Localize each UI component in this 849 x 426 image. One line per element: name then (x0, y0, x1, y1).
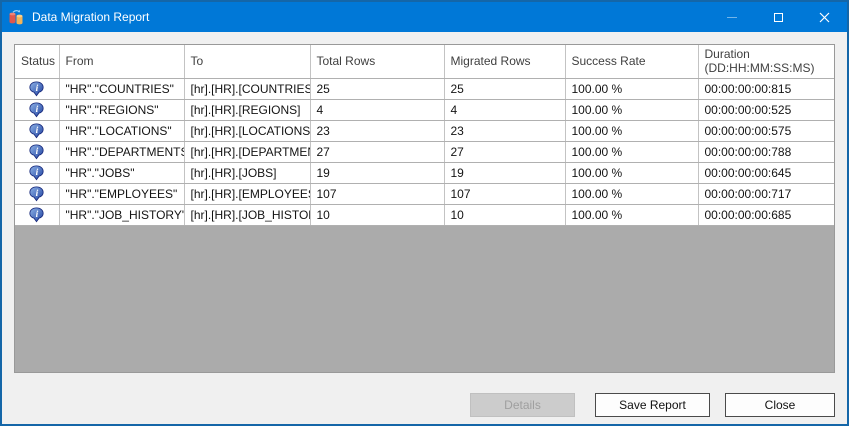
minimize-icon (727, 16, 737, 18)
migrated-rows-cell: 4 (444, 99, 566, 121)
table-row[interactable]: i "HR"."DEPARTMENTS" [hr].[HR].[DEPARTME… (15, 141, 834, 163)
total-rows-cell: 19 (310, 162, 445, 184)
data-migration-icon (9, 9, 23, 25)
migrated-rows-cell: 19 (444, 162, 566, 184)
info-balloon-icon: i (29, 206, 44, 222)
migrated-rows-cell: 10 (444, 204, 566, 226)
info-balloon-icon: i (29, 164, 44, 180)
migration-report-table: Status From To Total Rows Migrated Rows … (15, 45, 834, 226)
details-button[interactable]: Details (470, 393, 575, 417)
total-rows-cell: 25 (310, 78, 445, 100)
status-cell: i (15, 120, 60, 142)
svg-text:i: i (36, 104, 39, 114)
status-cell: i (15, 78, 60, 100)
duration-cell: 00:00:00:00:645 (698, 162, 834, 184)
from-cell: "HR"."JOB_HISTORY" (59, 204, 185, 226)
to-cell: [hr].[HR].[JOBS] (184, 162, 311, 184)
status-cell: i (15, 141, 60, 163)
migrated-rows-cell: 25 (444, 78, 566, 100)
migration-report-grid: Status From To Total Rows Migrated Rows … (14, 44, 835, 373)
title-bar: Data Migration Report (2, 2, 847, 32)
table-row[interactable]: i "HR"."JOB_HISTORY" [hr].[HR].[JOB_HIST… (15, 204, 834, 226)
table-body: i "HR"."COUNTRIES" [hr].[HR].[COUNTRIES]… (15, 78, 834, 226)
column-header-migrated-rows[interactable]: Migrated Rows (444, 45, 566, 79)
to-cell: [hr].[HR].[DEPARTMENTS] (184, 141, 311, 163)
column-header-status[interactable]: Status (15, 45, 60, 79)
dialog-window: Data Migration Report Status From To Tot… (0, 0, 849, 426)
column-header-to[interactable]: To (184, 45, 311, 79)
close-dialog-button[interactable]: Close (725, 393, 835, 417)
success-rate-cell: 100.00 % (565, 183, 699, 205)
table-row[interactable]: i "HR"."EMPLOYEES" [hr].[HR].[EMPLOYEES]… (15, 183, 834, 205)
duration-cell: 00:00:00:00:717 (698, 183, 834, 205)
column-header-duration[interactable]: Duration (DD:HH:MM:SS:MS) (698, 45, 834, 79)
table-header-row: Status From To Total Rows Migrated Rows … (15, 45, 834, 79)
table-row[interactable]: i "HR"."JOBS" [hr].[HR].[JOBS] 19 19 100… (15, 162, 834, 184)
maximize-icon (773, 12, 783, 22)
total-rows-cell: 23 (310, 120, 445, 142)
from-cell: "HR"."REGIONS" (59, 99, 185, 121)
from-cell: "HR"."COUNTRIES" (59, 78, 185, 100)
save-report-button[interactable]: Save Report (595, 393, 710, 417)
duration-cell: 00:00:00:00:685 (698, 204, 834, 226)
info-balloon-icon: i (29, 143, 44, 159)
from-cell: "HR"."DEPARTMENTS" (59, 141, 185, 163)
svg-text:i: i (36, 209, 39, 219)
info-balloon-icon: i (29, 185, 44, 201)
success-rate-cell: 100.00 % (565, 78, 699, 100)
minimize-button[interactable] (709, 2, 755, 32)
success-rate-cell: 100.00 % (565, 99, 699, 121)
total-rows-cell: 4 (310, 99, 445, 121)
column-header-total-rows[interactable]: Total Rows (310, 45, 445, 79)
info-balloon-icon: i (29, 101, 44, 117)
svg-text:i: i (36, 83, 39, 93)
to-cell: [hr].[HR].[EMPLOYEES] (184, 183, 311, 205)
duration-cell: 00:00:00:00:815 (698, 78, 834, 100)
total-rows-cell: 107 (310, 183, 445, 205)
close-icon (819, 12, 829, 22)
info-balloon-icon: i (29, 122, 44, 138)
status-cell: i (15, 162, 60, 184)
status-cell: i (15, 204, 60, 226)
success-rate-cell: 100.00 % (565, 204, 699, 226)
svg-text:i: i (36, 146, 39, 156)
success-rate-cell: 100.00 % (565, 120, 699, 142)
to-cell: [hr].[HR].[REGIONS] (184, 99, 311, 121)
from-cell: "HR"."LOCATIONS" (59, 120, 185, 142)
from-cell: "HR"."EMPLOYEES" (59, 183, 185, 205)
column-header-success-rate[interactable]: Success Rate (565, 45, 699, 79)
total-rows-cell: 27 (310, 141, 445, 163)
duration-cell: 00:00:00:00:575 (698, 120, 834, 142)
table-row[interactable]: i "HR"."REGIONS" [hr].[HR].[REGIONS] 4 4… (15, 99, 834, 121)
success-rate-cell: 100.00 % (565, 141, 699, 163)
table-row[interactable]: i "HR"."COUNTRIES" [hr].[HR].[COUNTRIES]… (15, 78, 834, 100)
window-title: Data Migration Report (32, 10, 150, 24)
window-controls (709, 2, 847, 32)
info-balloon-icon: i (29, 80, 44, 96)
migrated-rows-cell: 27 (444, 141, 566, 163)
svg-text:i: i (36, 167, 39, 177)
to-cell: [hr].[HR].[COUNTRIES] (184, 78, 311, 100)
svg-text:i: i (36, 125, 39, 135)
to-cell: [hr].[HR].[LOCATIONS] (184, 120, 311, 142)
maximize-button[interactable] (755, 2, 801, 32)
success-rate-cell: 100.00 % (565, 162, 699, 184)
table-row[interactable]: i "HR"."LOCATIONS" [hr].[HR].[LOCATIONS]… (15, 120, 834, 142)
from-cell: "HR"."JOBS" (59, 162, 185, 184)
close-button[interactable] (801, 2, 847, 32)
migrated-rows-cell: 107 (444, 183, 566, 205)
status-cell: i (15, 99, 60, 121)
duration-cell: 00:00:00:00:525 (698, 99, 834, 121)
status-cell: i (15, 183, 60, 205)
to-cell: [hr].[HR].[JOB_HISTORY] (184, 204, 311, 226)
column-header-from[interactable]: From (59, 45, 185, 79)
svg-text:i: i (36, 188, 39, 198)
total-rows-cell: 10 (310, 204, 445, 226)
duration-cell: 00:00:00:00:788 (698, 141, 834, 163)
migrated-rows-cell: 23 (444, 120, 566, 142)
